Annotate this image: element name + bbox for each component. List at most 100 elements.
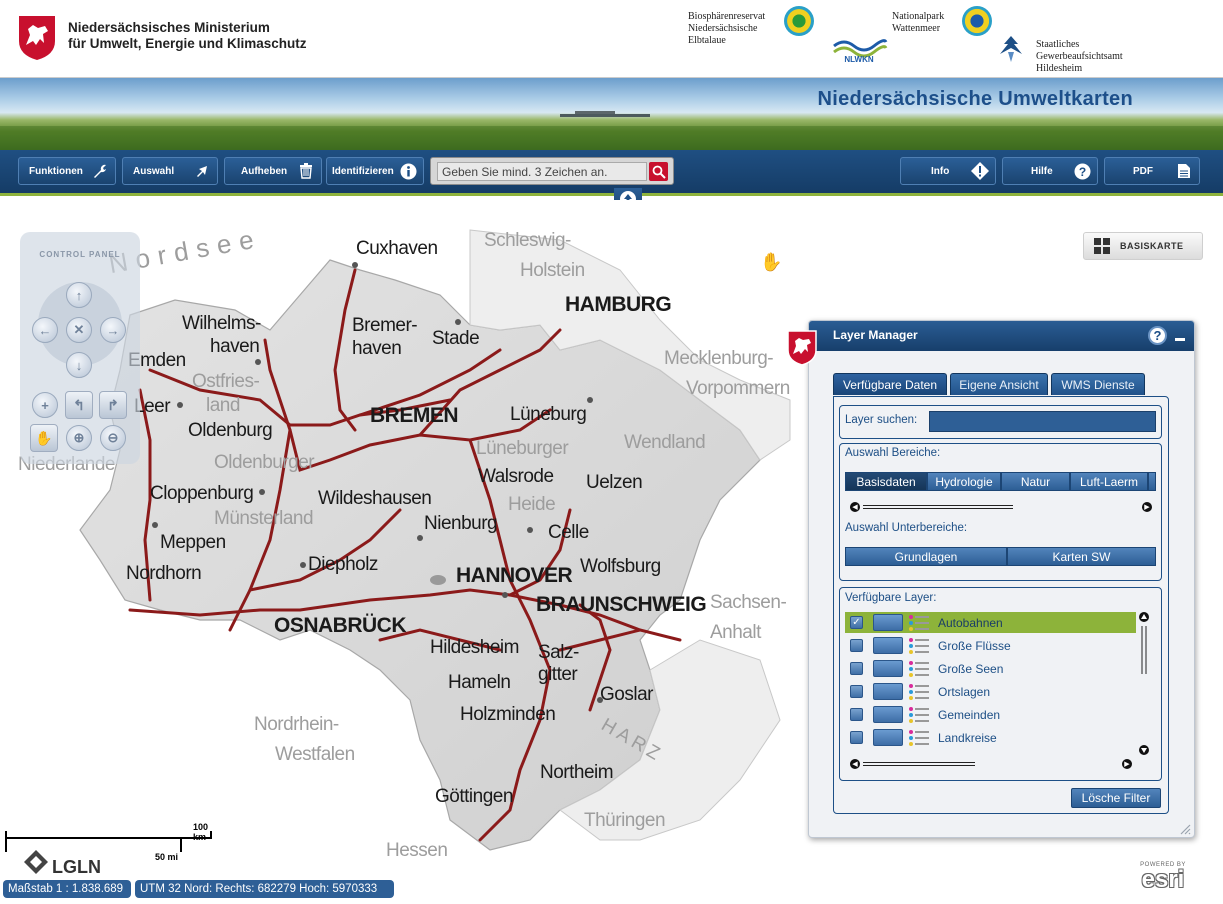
- layers-vertical-scrollbar[interactable]: [1139, 612, 1149, 756]
- nlwkn-logo-text: NLWKN: [844, 55, 874, 64]
- bereich-basisdaten[interactable]: Basisdaten: [845, 472, 927, 491]
- scale-mi-label: 50 mi: [155, 852, 179, 862]
- region-label: Nordrhein-: [254, 714, 339, 735]
- partner-nationalpark[interactable]: Nationalpark Wattenmeer: [892, 11, 944, 35]
- bereich-hydrologie[interactable]: Hydrologie: [927, 472, 1001, 491]
- auswahl-button[interactable]: Auswahl: [122, 157, 218, 185]
- zoom-in-circle-button[interactable]: +: [32, 392, 58, 418]
- info-button[interactable]: Info: [900, 157, 996, 185]
- layer-checkbox[interactable]: ✓: [850, 616, 863, 629]
- hilfe-label: Hilfe: [1031, 165, 1053, 177]
- layer-checkbox[interactable]: [850, 731, 863, 744]
- info-label: Info: [931, 165, 950, 177]
- aufheben-button[interactable]: Aufheben: [224, 157, 322, 185]
- previous-extent-button[interactable]: ↰: [65, 391, 93, 419]
- pan-right-button[interactable]: →: [100, 317, 126, 343]
- place-label: Hameln: [448, 672, 511, 693]
- region-label: Westfalen: [275, 744, 355, 765]
- partner-gewerbeaufsicht[interactable]: Staatliches Gewerbeaufsichtsamt Hildeshe…: [1036, 39, 1123, 75]
- region-label: Oldenburger: [214, 452, 315, 473]
- bereich-overflow[interactable]: [1148, 472, 1156, 491]
- full-extent-button[interactable]: ✕: [66, 317, 92, 343]
- layer-row-ortslagen[interactable]: Ortslagen: [845, 681, 1136, 702]
- scroll-right-icon[interactable]: ▶: [1142, 501, 1152, 512]
- layer-checkbox[interactable]: [850, 662, 863, 675]
- search-input[interactable]: [437, 162, 647, 181]
- basiskarte-button[interactable]: BASISKARTE: [1083, 232, 1203, 260]
- partner-nationalpark-line2: Wattenmeer: [892, 23, 941, 34]
- layer-checkbox[interactable]: [850, 685, 863, 698]
- region-label: Thüringen: [584, 810, 666, 831]
- pan-down-button[interactable]: ↓: [66, 352, 92, 378]
- place-label: Cuxhaven: [356, 238, 438, 259]
- pdf-button[interactable]: PDF: [1104, 157, 1200, 185]
- layer-row-landkreise[interactable]: Landkreise: [845, 727, 1136, 748]
- place-label: haven: [352, 338, 402, 359]
- scroll-thumb[interactable]: [863, 761, 975, 766]
- zoom-out-magnifier-button[interactable]: ⊖: [100, 425, 126, 451]
- layers-horizontal-scrollbar[interactable]: ◀ ▶: [850, 758, 1132, 769]
- place-label: Nienburg: [424, 513, 498, 534]
- place-label: Stade: [432, 328, 480, 349]
- place-label: Uelzen: [586, 472, 643, 493]
- nlwkn-logo[interactable]: NLWKN: [830, 34, 888, 64]
- tab-verfuegbare-daten[interactable]: Verfügbare Daten: [833, 373, 947, 395]
- bereiche-scrollbar[interactable]: ◀ ▶: [850, 501, 1152, 512]
- place-label: Oldenburg: [188, 420, 273, 441]
- identifizieren-label: Identifizieren: [332, 165, 394, 177]
- layer-row-grosse-fluesse[interactable]: Große Flüsse: [845, 635, 1136, 656]
- scroll-left-icon[interactable]: ◀: [850, 758, 860, 769]
- pan-left-button[interactable]: ←: [32, 317, 58, 343]
- partner-biosphaere-line2: Niedersächsische: [688, 23, 758, 34]
- layer-manager-minimize-button[interactable]: [1175, 338, 1185, 341]
- layer-manager-header[interactable]: Layer Manager ?: [809, 321, 1194, 351]
- funktionen-label: Funktionen: [29, 165, 83, 177]
- pdf-label: PDF: [1133, 165, 1153, 177]
- unterbereich-grundlagen[interactable]: Grundlagen: [845, 547, 1007, 566]
- coordinates-readout: UTM 32 Nord: Rechts: 682279 Hoch: 597033…: [135, 880, 394, 898]
- unterbereiche-label: Auswahl Unterbereiche:: [845, 522, 968, 534]
- place-label: Meppen: [160, 532, 226, 553]
- pan-up-button[interactable]: ↑: [66, 282, 92, 308]
- layer-row-grosse-seen[interactable]: Große Seen: [845, 658, 1136, 679]
- banner: Niedersächsische Umweltkarten: [0, 78, 1223, 150]
- layer-row-autobahnen[interactable]: ✓ Autobahnen: [845, 612, 1136, 633]
- place-label: HANNOVER: [456, 564, 573, 587]
- layer-row-gemeinden[interactable]: Gemeinden: [845, 704, 1136, 725]
- place-label: gitter: [538, 664, 578, 685]
- layer-swatch: [873, 729, 903, 746]
- search-button[interactable]: [649, 162, 668, 181]
- partner-biosphaere-line3: Elbtalaue: [688, 35, 726, 46]
- tab-wms-dienste[interactable]: WMS Dienste: [1051, 373, 1145, 395]
- pan-hand-button[interactable]: ✋: [30, 424, 58, 452]
- place-label: Wolfsburg: [580, 556, 661, 577]
- layer-swatch: [873, 706, 903, 723]
- zoom-in-magnifier-button[interactable]: ⊕: [66, 425, 92, 451]
- bereich-natur[interactable]: Natur: [1001, 472, 1070, 491]
- layer-checkbox[interactable]: [850, 639, 863, 652]
- partner-biosphaere-line1: Biosphärenreservat: [688, 11, 766, 22]
- resize-grip-icon[interactable]: [1177, 821, 1191, 835]
- funktionen-button[interactable]: Funktionen: [18, 157, 116, 185]
- scroll-left-icon[interactable]: ◀: [850, 501, 860, 512]
- layer-checkbox[interactable]: [850, 708, 863, 721]
- next-extent-button[interactable]: ↱: [99, 391, 127, 419]
- partner-biosphaere[interactable]: Biosphärenreservat Niedersächsische Elbt…: [688, 11, 765, 47]
- layer-search-input[interactable]: [929, 411, 1156, 432]
- region-label: Anhalt: [710, 622, 761, 643]
- layer-legend-icon: [908, 683, 930, 701]
- gewerbeaufsicht-logo-icon: [1000, 36, 1022, 62]
- identifizieren-button[interactable]: Identifizieren: [326, 157, 424, 185]
- tab-eigene-ansicht[interactable]: Eigene Ansicht: [950, 373, 1048, 395]
- esri-logo: POWERED BY esri: [1133, 862, 1193, 896]
- hilfe-button[interactable]: Hilfe ?: [1002, 157, 1098, 185]
- scroll-thumb[interactable]: [863, 504, 1013, 509]
- bereich-luft-laerm[interactable]: Luft-Laerm: [1070, 472, 1148, 491]
- place-label: Diepholz: [308, 554, 378, 575]
- place-label: Wildeshausen: [318, 488, 432, 509]
- region-label: Holstein: [520, 260, 585, 281]
- unterbereich-karten-sw[interactable]: Karten SW: [1007, 547, 1156, 566]
- scroll-right-icon[interactable]: ▶: [1122, 758, 1132, 769]
- layer-manager-help-button[interactable]: ?: [1148, 326, 1167, 345]
- loesche-filter-button[interactable]: Lösche Filter: [1071, 788, 1161, 808]
